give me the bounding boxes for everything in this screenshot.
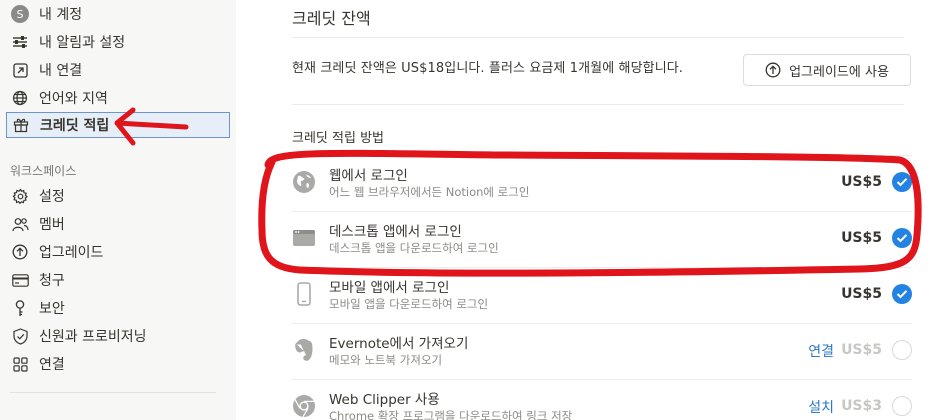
red-annotation-overlay xyxy=(114,107,922,277)
annotation-highlight-ellipse xyxy=(258,149,922,277)
annotation-arrow xyxy=(114,107,189,146)
